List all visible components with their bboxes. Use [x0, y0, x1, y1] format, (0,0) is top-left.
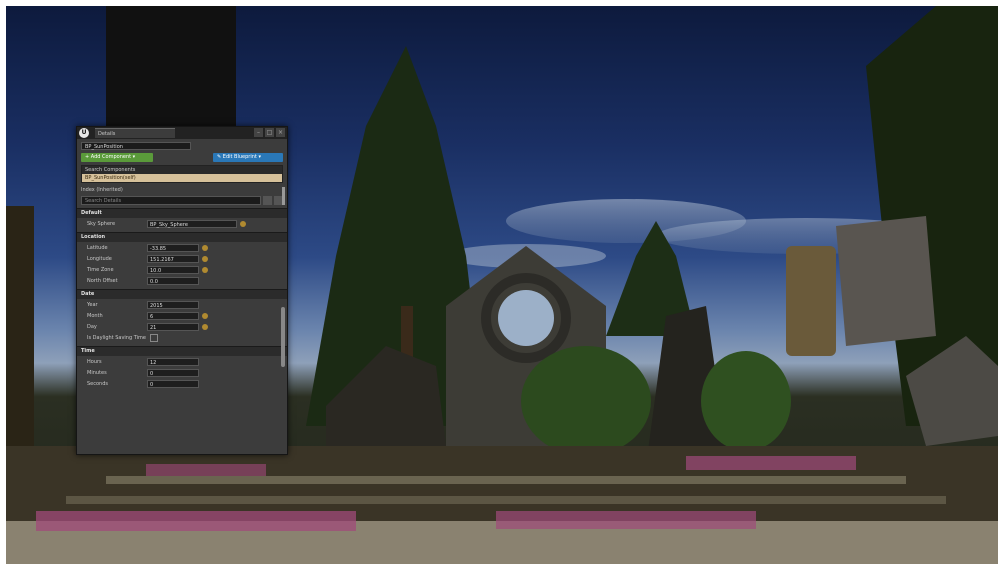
- tab-details[interactable]: Details: [95, 128, 175, 138]
- reset-icon[interactable]: [202, 244, 208, 251]
- left-pillar: [6, 206, 34, 456]
- sky-sphere-dropdown[interactable]: BP_Sky_Sphere: [147, 219, 237, 228]
- hours-label: Hours: [87, 358, 102, 365]
- north-offset-field[interactable]: 0.0: [147, 276, 199, 285]
- minutes-label: Minutes: [87, 369, 107, 376]
- hours-field[interactable]: 12: [147, 357, 199, 366]
- dst-label: Is Daylight Saving Time: [87, 334, 146, 341]
- north-offset-label: North Offset: [87, 277, 118, 284]
- arch-ring-opening: [498, 290, 554, 346]
- components-search[interactable]: Search Components: [82, 166, 282, 174]
- latitude-field[interactable]: -33.85: [147, 243, 199, 252]
- reset-icon[interactable]: [202, 312, 208, 319]
- seconds-label: Seconds: [87, 380, 109, 387]
- tab-label: Details: [98, 130, 116, 137]
- components-list[interactable]: Search Components BP_SunPosition(self): [81, 165, 283, 183]
- stone-step: [106, 476, 906, 484]
- pink-flowers: [686, 456, 856, 470]
- reset-icon[interactable]: [202, 266, 208, 273]
- year-label: Year: [87, 301, 98, 308]
- day-field[interactable]: 21: [147, 322, 199, 331]
- month-field[interactable]: 6: [147, 311, 199, 320]
- longitude-label: Longitude: [87, 255, 112, 262]
- longitude-field[interactable]: 151.2167: [147, 254, 199, 263]
- section-location[interactable]: Location: [77, 232, 287, 242]
- panel-titlebar[interactable]: U Details – □ ×: [77, 127, 287, 139]
- pink-flowers: [36, 511, 356, 531]
- stone-step: [66, 496, 946, 504]
- minutes-field[interactable]: 0: [147, 368, 199, 377]
- green-bush: [701, 351, 791, 451]
- timezone-label: Time Zone: [87, 266, 114, 273]
- sky-sphere-row: Sky Sphere BP_Sky_Sphere: [77, 218, 287, 229]
- year-field[interactable]: 2015: [147, 300, 199, 309]
- green-bush: [521, 346, 651, 456]
- reset-icon[interactable]: [202, 323, 208, 330]
- close-button[interactable]: ×: [276, 128, 285, 137]
- section-default[interactable]: Default: [77, 208, 287, 218]
- details-panel[interactable]: U Details – □ × BP_SunPosition + Add Com…: [76, 126, 288, 455]
- details-scrollbar[interactable]: [281, 307, 285, 367]
- dst-checkbox[interactable]: [149, 333, 158, 342]
- section-date[interactable]: Date: [77, 289, 287, 299]
- components-scrollbar[interactable]: [282, 187, 285, 205]
- broken-block: [836, 216, 936, 346]
- minimize-button[interactable]: –: [254, 128, 263, 137]
- index-selected-label: Index (Inherited): [81, 187, 123, 193]
- timezone-field[interactable]: 10.0: [147, 265, 199, 274]
- pink-flowers: [496, 511, 756, 529]
- list-item[interactable]: BP_SunPosition(self): [82, 174, 282, 182]
- actor-name-field[interactable]: BP_SunPosition: [81, 142, 191, 150]
- day-label: Day: [87, 323, 97, 330]
- section-time[interactable]: Time: [77, 346, 287, 356]
- game-viewport[interactable]: U Details – □ × BP_SunPosition + Add Com…: [6, 6, 998, 564]
- seconds-field[interactable]: 0: [147, 379, 199, 388]
- view-options-icon[interactable]: [263, 196, 272, 205]
- reset-icon[interactable]: [202, 255, 208, 262]
- unreal-logo-icon: U: [79, 128, 89, 138]
- edit-blueprint-button[interactable]: ✎ Edit Blueprint ▾: [213, 153, 283, 162]
- latitude-label: Latitude: [87, 244, 108, 251]
- browse-icon[interactable]: [240, 220, 246, 227]
- pink-flowers: [146, 464, 266, 476]
- search-details-input[interactable]: Search Details: [81, 196, 261, 205]
- add-component-button[interactable]: + Add Component ▾: [81, 153, 153, 162]
- bronze-ruin: [786, 246, 836, 356]
- maximize-button[interactable]: □: [265, 128, 274, 137]
- month-label: Month: [87, 312, 103, 319]
